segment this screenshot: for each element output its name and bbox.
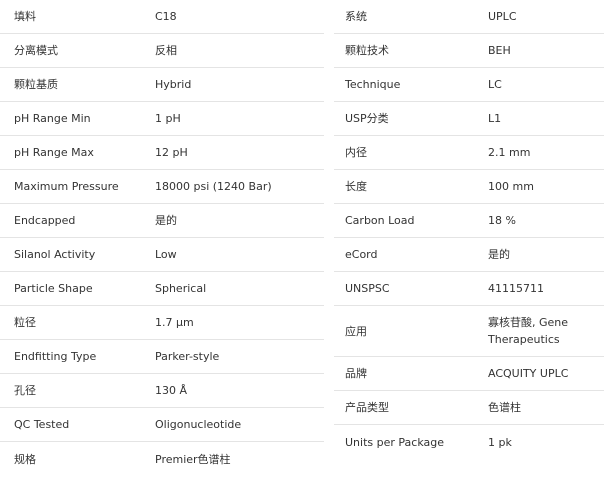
spec-row: Silanol Activity Low: [0, 238, 324, 272]
spec-value: Parker-style: [155, 350, 220, 363]
spec-label: 应用: [345, 324, 367, 338]
spec-row: Maximum Pressure 18000 psi (1240 Bar): [0, 170, 324, 204]
spec-row: 品牌 ACQUITY UPLC: [334, 357, 604, 391]
spec-label: USP分类: [345, 112, 389, 125]
spec-row: 产品类型 色谱柱: [334, 391, 604, 425]
spec-row: 分离模式 反相: [0, 34, 324, 68]
spec-row: 颗粒技术 BEH: [334, 34, 604, 68]
spec-row: Endcapped 是的: [0, 204, 324, 238]
spec-table-right: 系统 UPLC 颗粒技术 BEH Technique LC USP分类 L1 内径 2.1…: [334, 0, 604, 459]
spec-row: UNSPSC 41115711: [334, 272, 604, 306]
spec-label: 分离模式: [14, 44, 58, 57]
spec-value: 130 Å: [155, 384, 188, 397]
spec-row: pH Range Max 12 pH: [0, 136, 324, 170]
spec-row: Carbon Load 18 %: [334, 204, 604, 238]
spec-label: Particle Shape: [14, 282, 93, 295]
spec-label: 填料: [14, 10, 36, 23]
spec-row: 长度 100 mm: [334, 170, 604, 204]
spec-value: BEH: [488, 44, 511, 57]
spec-row: Endfitting Type Parker-style: [0, 340, 324, 374]
spec-value: Hybrid: [155, 78, 192, 91]
spec-value: ACQUITY UPLC: [488, 367, 569, 380]
spec-row: USP分类 L1: [334, 102, 604, 136]
spec-label: Carbon Load: [345, 214, 415, 227]
spec-row: 粒径 1.7 µm: [0, 306, 324, 340]
spec-value: 12 pH: [155, 146, 188, 159]
spec-row: Technique LC: [334, 68, 604, 102]
spec-row: eCord 是的: [334, 238, 604, 272]
spec-row: QC Tested Oligonucleotide: [0, 408, 324, 442]
spec-label: QC Tested: [14, 418, 70, 431]
spec-label: 颗粒技术: [345, 44, 389, 57]
spec-label: Endfitting Type: [14, 350, 97, 363]
spec-value: 41115711: [488, 282, 544, 295]
spec-label: eCord: [345, 248, 378, 261]
spec-row: 规格 Premier色谱柱: [0, 442, 324, 476]
spec-value: 18 %: [488, 214, 516, 227]
spec-value: 2.1 mm: [488, 146, 531, 159]
spec-value: L1: [488, 112, 502, 125]
spec-row: Particle Shape Spherical: [0, 272, 324, 306]
spec-value: LC: [488, 78, 502, 91]
spec-label: 系统: [345, 10, 367, 23]
spec-label: Units per Package: [345, 435, 444, 449]
spec-label: 颗粒基质: [14, 78, 58, 91]
spec-label: 内径: [345, 146, 367, 159]
spec-row: 系统 UPLC: [334, 0, 604, 34]
spec-row: Units per Package 1 pk: [334, 425, 604, 459]
spec-label: 规格: [14, 452, 36, 466]
spec-value: 是的: [488, 248, 510, 261]
spec-value: 是的: [155, 214, 177, 227]
spec-value: Spherical: [155, 282, 207, 295]
spec-value: 100 mm: [488, 180, 534, 193]
spec-row: 填料 C18: [0, 0, 324, 34]
spec-row: pH Range Min 1 pH: [0, 102, 324, 136]
spec-value: C18: [155, 10, 177, 23]
spec-label: 粒径: [14, 316, 36, 329]
spec-label: 孔径: [14, 384, 36, 397]
spec-label: pH Range Max: [14, 146, 94, 159]
spec-label: Silanol Activity: [14, 248, 96, 261]
spec-row: 内径 2.1 mm: [334, 136, 604, 170]
spec-label: UNSPSC: [345, 282, 390, 295]
spec-value: 1.7 µm: [155, 316, 194, 329]
spec-row: 应用 寡核苷酸, Gene Therapeutics: [334, 306, 604, 357]
spec-value: 寡核苷酸, Gene Therapeutics: [488, 316, 569, 346]
spec-value: 色谱柱: [488, 401, 521, 414]
spec-label: Endcapped: [14, 214, 76, 227]
spec-label: pH Range Min: [14, 112, 91, 125]
spec-label: 品牌: [345, 367, 367, 380]
spec-value: UPLC: [488, 10, 517, 23]
spec-label: 长度: [345, 180, 367, 193]
spec-label: 产品类型: [345, 401, 389, 414]
spec-label: Technique: [345, 78, 401, 91]
spec-value: 1 pH: [155, 112, 181, 125]
spec-value: Low: [155, 248, 177, 261]
spec-row: 颗粒基质 Hybrid: [0, 68, 324, 102]
spec-value: 反相: [155, 44, 177, 57]
spec-value: 18000 psi (1240 Bar): [155, 180, 272, 193]
spec-label: Maximum Pressure: [14, 180, 119, 193]
spec-table-left: 填料 C18 分离模式 反相 颗粒基质 Hybrid pH Range Min 1 pH…: [0, 0, 324, 476]
spec-row: 孔径 130 Å: [0, 374, 324, 408]
spec-value: Oligonucleotide: [155, 418, 242, 431]
spec-value: 1 pk: [488, 435, 512, 449]
spec-value: Premier色谱柱: [155, 452, 231, 466]
